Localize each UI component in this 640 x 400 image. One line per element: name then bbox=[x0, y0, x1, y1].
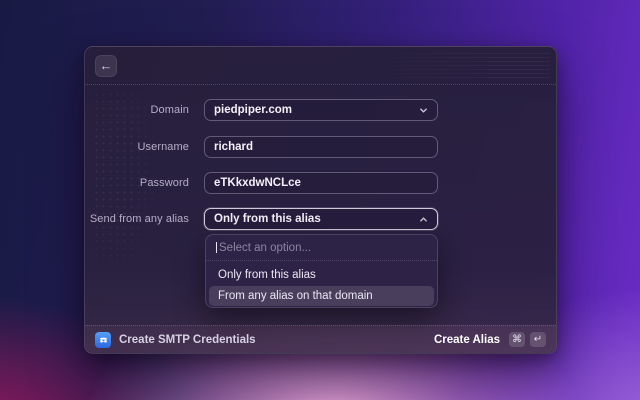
command-key-icon: ⌘ bbox=[509, 332, 525, 347]
password-input[interactable]: eTKkxdwNCLce bbox=[204, 172, 438, 194]
form-row-password: Password eTKkxdwNCLce bbox=[85, 172, 556, 194]
incognito-mask-icon bbox=[98, 334, 109, 345]
dropdown-options-list: Only from this alias From any alias on t… bbox=[206, 261, 437, 310]
header-texture bbox=[350, 53, 550, 79]
text-cursor bbox=[216, 242, 217, 253]
command-name: Create SMTP Credentials bbox=[119, 334, 256, 346]
form-row-send-from-any-alias: Send from any alias Only from this alias bbox=[85, 208, 556, 230]
dialog-header: ← bbox=[85, 47, 556, 85]
alias-options-dropdown: Select an option... Only from this alias… bbox=[205, 234, 438, 308]
form-row-domain: Domain piedpiper.com bbox=[85, 99, 556, 121]
create-alias-dialog: ← Domain piedpiper.com Username richard … bbox=[84, 46, 557, 354]
domain-label: Domain bbox=[85, 99, 189, 121]
footer-actions: Create Alias ⌘ ↵ bbox=[434, 332, 546, 347]
back-button[interactable]: ← bbox=[95, 55, 117, 77]
password-label: Password bbox=[85, 172, 189, 194]
create-alias-button[interactable]: Create Alias bbox=[434, 334, 500, 346]
dropdown-placeholder: Select an option... bbox=[219, 242, 311, 254]
return-key-icon: ↵ bbox=[530, 332, 546, 347]
dropdown-search-input[interactable]: Select an option... bbox=[206, 235, 437, 261]
dialog-footer: Create SMTP Credentials Create Alias ⌘ ↵ bbox=[85, 325, 556, 353]
send-from-any-alias-select[interactable]: Only from this alias bbox=[204, 208, 438, 230]
domain-select[interactable]: piedpiper.com bbox=[204, 99, 438, 121]
username-label: Username bbox=[85, 136, 189, 158]
password-value: eTKkxdwNCLce bbox=[214, 177, 301, 189]
addy-app-icon bbox=[95, 332, 111, 348]
send-from-any-alias-label: Send from any alias bbox=[85, 208, 189, 230]
chevron-up-icon bbox=[419, 215, 428, 224]
chevron-down-icon bbox=[419, 106, 428, 115]
username-input[interactable]: richard bbox=[204, 136, 438, 158]
domain-value: piedpiper.com bbox=[214, 104, 292, 116]
username-value: richard bbox=[214, 141, 253, 153]
form-row-username: Username richard bbox=[85, 136, 556, 158]
desktop-background: { "window": { "header": { "back_icon": "… bbox=[0, 0, 640, 400]
option-only-from-this-alias[interactable]: Only from this alias bbox=[209, 265, 434, 285]
send-from-any-alias-value: Only from this alias bbox=[214, 213, 321, 225]
back-arrow-icon: ← bbox=[100, 59, 113, 72]
option-from-any-alias-on-that-domain[interactable]: From any alias on that domain bbox=[209, 286, 434, 306]
